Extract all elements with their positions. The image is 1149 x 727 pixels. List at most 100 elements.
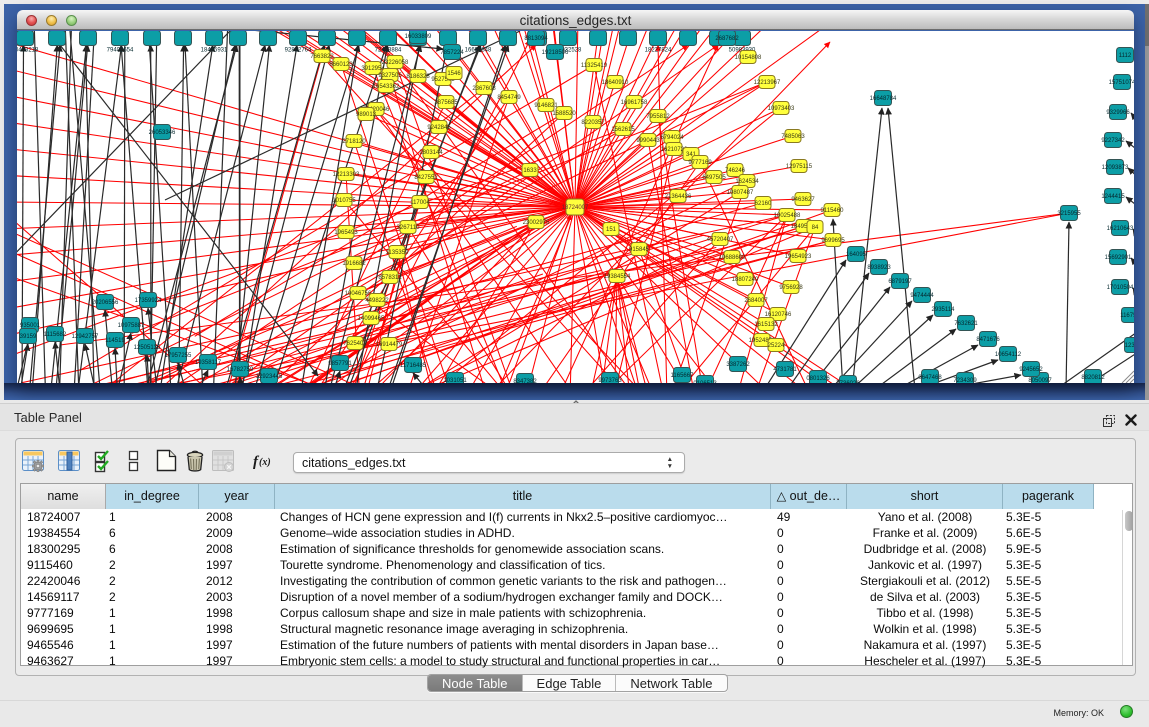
svg-text:8820812: 8820812 bbox=[1081, 375, 1105, 381]
svg-text:16914479: 16914479 bbox=[376, 342, 403, 348]
svg-text:19654923: 19654923 bbox=[785, 254, 812, 260]
svg-text:1031051: 1031051 bbox=[443, 378, 467, 383]
svg-text:7663822: 7663822 bbox=[310, 54, 334, 60]
svg-text:116753: 116753 bbox=[1120, 313, 1134, 319]
svg-text:9990443: 9990443 bbox=[636, 138, 660, 144]
svg-text:3267110: 3267110 bbox=[397, 225, 421, 231]
svg-text:7625402: 7625402 bbox=[343, 341, 367, 347]
svg-text:8186328: 8186328 bbox=[406, 74, 430, 80]
svg-text:15751074: 15751074 bbox=[1109, 80, 1134, 86]
svg-text:18227824: 18227824 bbox=[645, 48, 672, 54]
svg-text:3875685: 3875685 bbox=[434, 100, 458, 106]
svg-text:10654112: 10654112 bbox=[995, 352, 1022, 358]
svg-text:8220357: 8220357 bbox=[581, 120, 605, 126]
svg-text:20206556: 20206556 bbox=[92, 300, 119, 306]
svg-text:1244415: 1244415 bbox=[1101, 194, 1125, 200]
svg-text:23002975: 23002975 bbox=[523, 220, 550, 226]
svg-text:915845: 915845 bbox=[629, 247, 650, 253]
svg-text:12213967: 12213967 bbox=[754, 80, 781, 86]
svg-text:8471676: 8471676 bbox=[976, 337, 1000, 343]
svg-text:9245652: 9245652 bbox=[1019, 367, 1043, 373]
svg-text:6879197: 6879197 bbox=[888, 279, 912, 285]
svg-text:10688609: 10688609 bbox=[719, 255, 746, 261]
svg-text:(x): (x) bbox=[259, 457, 271, 468]
svg-text:16648784: 16648784 bbox=[870, 96, 897, 102]
svg-text:7485063: 7485063 bbox=[781, 134, 805, 140]
svg-text:16543362: 16543362 bbox=[373, 84, 400, 90]
svg-text:1624534: 1624534 bbox=[735, 179, 759, 185]
svg-text:7857224: 7857224 bbox=[440, 50, 464, 56]
svg-text:7955812: 7955812 bbox=[646, 114, 670, 120]
svg-text:11716485: 11716485 bbox=[400, 363, 427, 369]
svg-text:9474444: 9474444 bbox=[910, 293, 934, 299]
svg-text:746246: 746246 bbox=[725, 168, 746, 174]
svg-text:1135359: 1135359 bbox=[386, 250, 410, 256]
svg-text:989013: 989013 bbox=[356, 112, 377, 118]
svg-text:19384554: 19384554 bbox=[604, 274, 631, 280]
svg-text:1615132: 1615132 bbox=[754, 322, 778, 328]
svg-text:9756928: 9756928 bbox=[779, 285, 803, 291]
svg-text:164095: 164095 bbox=[846, 252, 867, 258]
svg-text:16961758: 16961758 bbox=[621, 100, 648, 106]
svg-text:2803144: 2803144 bbox=[419, 150, 443, 156]
svg-text:18640910: 18640910 bbox=[602, 80, 629, 86]
svg-text:7632621: 7632621 bbox=[954, 321, 978, 327]
svg-text:26053346: 26053346 bbox=[149, 130, 176, 136]
svg-text:16782759: 16782759 bbox=[227, 367, 254, 373]
svg-text:9227342: 9227342 bbox=[1101, 138, 1125, 144]
svg-text:92832764: 92832764 bbox=[285, 48, 312, 54]
svg-text:10154808: 10154808 bbox=[735, 55, 762, 61]
svg-text:11325419: 11325419 bbox=[581, 63, 608, 69]
svg-text:18724007: 18724007 bbox=[562, 205, 589, 211]
svg-text:1588520: 1588520 bbox=[552, 111, 576, 117]
svg-text:12310: 12310 bbox=[1125, 343, 1134, 349]
svg-text:4498222: 4498222 bbox=[365, 298, 389, 304]
svg-text:2367608: 2367608 bbox=[472, 86, 496, 92]
svg-text:19358117: 19358117 bbox=[195, 360, 222, 366]
svg-text:23226058: 23226058 bbox=[382, 60, 409, 66]
svg-text:7234309: 7234309 bbox=[953, 378, 977, 383]
svg-text:12213303: 12213303 bbox=[333, 172, 360, 178]
svg-text:39159: 39159 bbox=[20, 334, 37, 340]
svg-text:10973403: 10973403 bbox=[768, 106, 795, 112]
svg-text:9857791: 9857791 bbox=[328, 361, 352, 367]
svg-text:1115682: 1115682 bbox=[44, 332, 67, 338]
svg-text:15692901: 15692901 bbox=[1105, 255, 1132, 261]
svg-text:8813094: 8813094 bbox=[524, 36, 548, 42]
svg-text:8347382: 8347382 bbox=[513, 379, 537, 383]
svg-text:117004: 117004 bbox=[410, 200, 430, 206]
svg-text:84: 84 bbox=[812, 225, 819, 231]
svg-text:17010504: 17010504 bbox=[1107, 285, 1134, 291]
svg-text:10807487: 10807487 bbox=[727, 190, 754, 196]
svg-text:18807249: 18807249 bbox=[732, 277, 759, 283]
svg-text:14099465: 14099465 bbox=[358, 316, 385, 322]
svg-text:25224: 25224 bbox=[768, 343, 785, 349]
svg-text:9973763: 9973763 bbox=[598, 378, 622, 383]
svg-text:17359924: 17359924 bbox=[135, 298, 162, 304]
svg-text:935001: 935001 bbox=[20, 323, 41, 329]
svg-text:114519: 114519 bbox=[105, 338, 125, 344]
svg-text:1965493: 1965493 bbox=[334, 230, 358, 236]
svg-text:10025488: 10025488 bbox=[774, 213, 801, 219]
svg-text:6497505: 6497505 bbox=[702, 175, 726, 181]
svg-text:0647468: 0647468 bbox=[918, 375, 942, 381]
svg-text:8578312: 8578312 bbox=[378, 275, 402, 281]
svg-text:72423884: 72423884 bbox=[375, 48, 402, 54]
svg-text:9463627: 9463627 bbox=[791, 197, 815, 203]
svg-text:9329966: 9329966 bbox=[1106, 110, 1130, 116]
svg-text:1916682: 1916682 bbox=[342, 261, 366, 267]
svg-text:79402654: 79402654 bbox=[107, 48, 134, 54]
svg-text:9699695: 9699695 bbox=[821, 238, 845, 244]
svg-text:3387262: 3387262 bbox=[726, 362, 750, 368]
svg-text:1633: 1633 bbox=[523, 168, 537, 174]
svg-text:18495931: 18495931 bbox=[201, 48, 228, 54]
svg-text:1165667: 1165667 bbox=[671, 373, 695, 379]
svg-text:45720407: 45720407 bbox=[707, 237, 734, 243]
svg-text:10433218: 10433218 bbox=[17, 48, 39, 54]
svg-text:9777169: 9777169 bbox=[688, 160, 712, 166]
svg-text:8660123: 8660123 bbox=[329, 62, 353, 68]
svg-text:16033809: 16033809 bbox=[405, 34, 432, 40]
svg-text:2687682: 2687682 bbox=[715, 36, 739, 42]
svg-text:0801326: 0801326 bbox=[806, 376, 830, 382]
svg-text:10975887: 10975887 bbox=[118, 323, 145, 329]
